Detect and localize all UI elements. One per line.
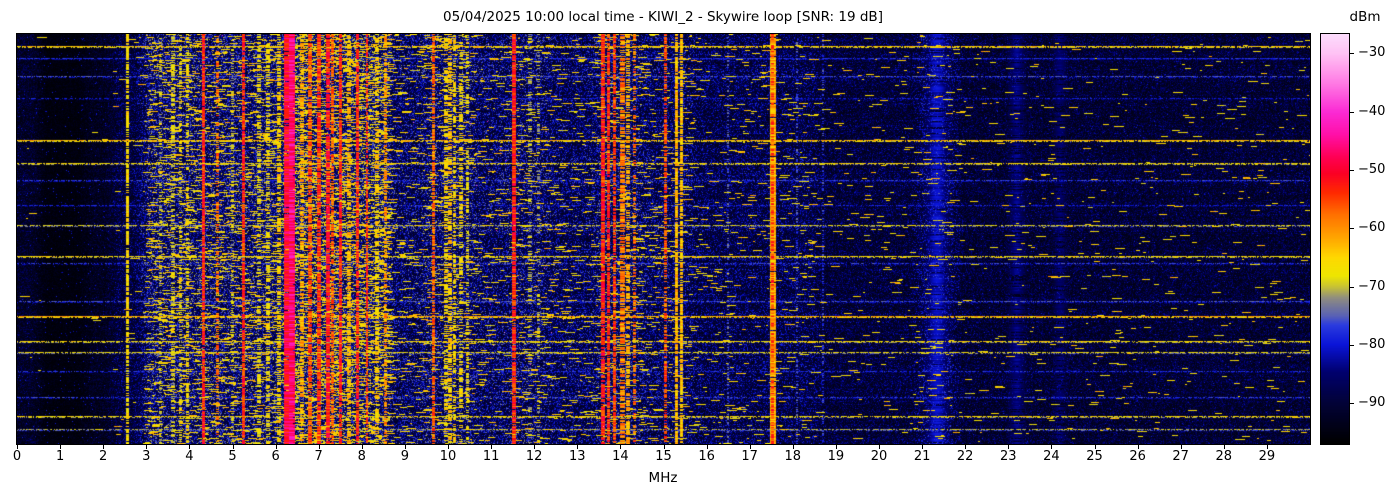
x-tick-label: 22: [956, 449, 974, 464]
colorbar-tick-label: −60: [1358, 220, 1386, 236]
spectrogram-figure: 05/04/2025 10:00 local time - KIWI_2 - S…: [0, 0, 1400, 500]
x-tick-label: 0: [12, 449, 22, 464]
x-tick-label: 11: [482, 449, 500, 464]
colorbar-frame: [1320, 33, 1350, 445]
x-tick-label: 17: [741, 449, 758, 464]
colorbar-tick-mark: [1350, 228, 1354, 230]
x-tick-label: 7: [314, 449, 323, 464]
colorbar-tick-mark: [1350, 403, 1354, 405]
x-tick-label: 15: [655, 449, 672, 464]
x-tick-label: 28: [1215, 449, 1233, 464]
x-tick-label: 21: [913, 449, 931, 464]
x-tick-label: 2: [99, 449, 108, 464]
colorbar-tick-mark: [1350, 286, 1354, 288]
waterfall-heatmap: [17, 34, 1310, 444]
x-tick-label: 6: [271, 449, 280, 464]
x-tick-label: 9: [400, 449, 410, 464]
x-tick-label: 3: [142, 449, 151, 464]
colorbar-tick-mark: [1350, 344, 1354, 346]
colorbar-gradient: [1321, 34, 1349, 444]
x-tick-label: 5: [228, 449, 237, 464]
x-tick-label: 16: [698, 449, 715, 464]
x-tick-label: 19: [827, 449, 845, 464]
figure-title: 05/04/2025 10:00 local time - KIWI_2 - S…: [443, 9, 883, 25]
x-tick-label: 10: [439, 449, 457, 464]
x-tick-label: 12: [525, 449, 543, 464]
colorbar-tick-mark: [1350, 53, 1354, 55]
x-tick-label: 18: [784, 449, 802, 464]
x-tick-label: 27: [1172, 449, 1189, 464]
x-tick-label: 24: [1043, 449, 1060, 464]
x-axis-label: MHz: [648, 470, 678, 486]
x-tick-label: 1: [55, 449, 65, 464]
x-tick-label: 4: [185, 449, 194, 464]
waterfall-plot-frame: [16, 33, 1311, 445]
x-tick-label: 20: [870, 449, 888, 464]
x-tick-label: 26: [1129, 449, 1146, 464]
x-tick-label: 8: [357, 449, 366, 464]
colorbar-tick-mark: [1350, 169, 1354, 171]
colorbar-tick-label: −30: [1358, 45, 1386, 61]
colorbar-tick-label: −50: [1358, 161, 1386, 177]
x-tick-label: 29: [1258, 449, 1276, 464]
x-tick-label: 13: [569, 449, 586, 464]
x-tick-label: 23: [1000, 449, 1017, 464]
colorbar-tick-label: −80: [1358, 336, 1386, 352]
colorbar-tick-label: −70: [1358, 278, 1386, 294]
colorbar-tick-label: −40: [1358, 103, 1386, 119]
x-tick-label: 25: [1086, 449, 1103, 464]
colorbar-tick-mark: [1350, 111, 1354, 113]
colorbar-unit-label: dBm: [1349, 9, 1381, 25]
colorbar-tick-label: −90: [1358, 395, 1386, 411]
x-tick-label: 14: [612, 449, 629, 464]
